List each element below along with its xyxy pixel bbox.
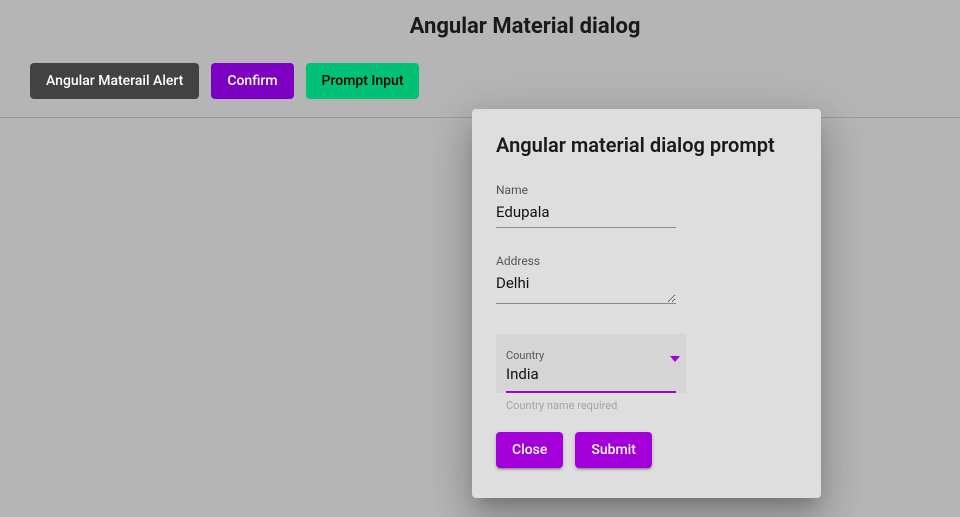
close-button[interactable]: Close <box>496 432 563 468</box>
button-row: Angular Materail Alert Confirm Prompt In… <box>30 63 930 99</box>
dialog-title: Angular material dialog prompt <box>496 133 797 157</box>
dialog-actions: Close Submit <box>496 432 797 468</box>
country-value: India <box>506 363 676 393</box>
name-label: Name <box>496 183 797 197</box>
name-field: Name <box>496 183 797 228</box>
country-hint: Country name required <box>506 399 797 412</box>
chevron-down-icon <box>670 356 680 362</box>
country-field[interactable]: Country India <box>496 334 686 393</box>
address-input[interactable]: Delhi <box>496 272 676 304</box>
country-label: Country <box>506 349 544 362</box>
page-title: Angular Material dialog <box>120 14 930 39</box>
prompt-button[interactable]: Prompt Input <box>306 63 420 99</box>
address-label: Address <box>496 254 797 268</box>
confirm-button[interactable]: Confirm <box>211 63 293 99</box>
header-panel: Angular Material dialog Angular Materail… <box>0 0 960 118</box>
submit-button[interactable]: Submit <box>575 432 652 468</box>
address-field: Address Delhi <box>496 254 797 308</box>
prompt-dialog: Angular material dialog prompt Name Addr… <box>472 109 821 498</box>
alert-button[interactable]: Angular Materail Alert <box>30 63 199 99</box>
name-input[interactable] <box>496 201 676 228</box>
